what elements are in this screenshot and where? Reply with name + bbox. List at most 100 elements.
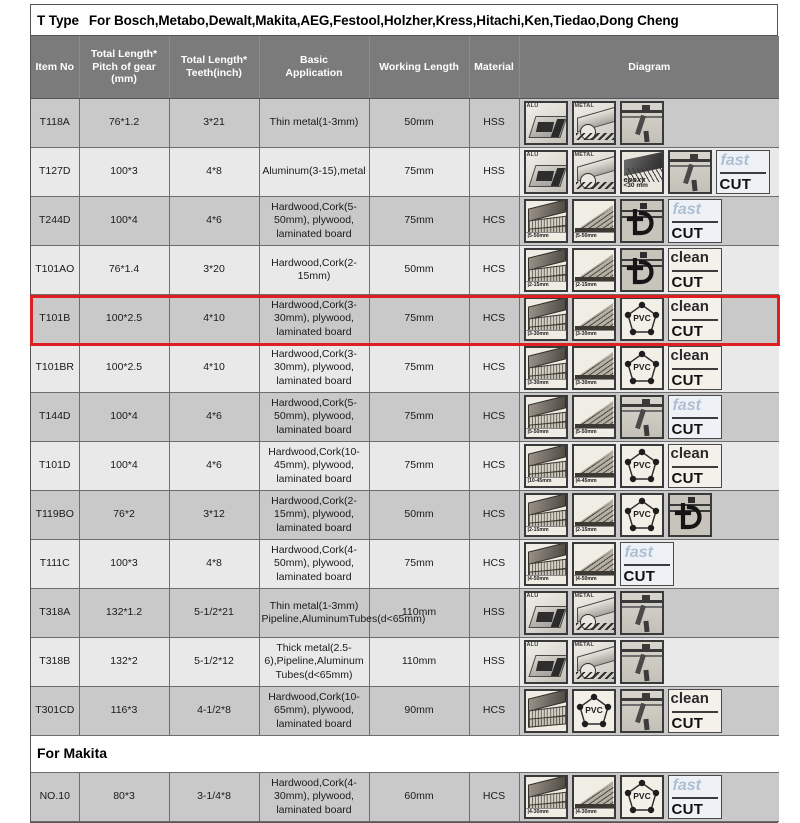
badge-top-label: fast bbox=[672, 777, 701, 794]
cell-material: HCS bbox=[469, 294, 520, 344]
alu-icon: ALU bbox=[523, 640, 568, 684]
wood-board-icon: |2-15mm bbox=[523, 248, 568, 292]
cell-pitch: 100*2.5 bbox=[79, 294, 170, 344]
table-row[interactable]: T301CD 116*3 4-1/2*8 Hardwood,Cork(10-65… bbox=[31, 686, 779, 736]
table-row[interactable]: T101AO 76*1.4 3*20 Hardwood,Cork(2-15mm)… bbox=[31, 245, 779, 295]
diagram-icons: ALU METAL bbox=[523, 591, 780, 635]
cell-working-length: 110mm bbox=[369, 637, 470, 687]
svg-text:PVC: PVC bbox=[633, 313, 650, 323]
table-row[interactable]: T244D 100*4 4*6 Hardwood,Cork(5-50mm), p… bbox=[31, 196, 779, 246]
badge-bottom-label: CUT bbox=[671, 274, 704, 291]
diagram-icons: ALU METAL epoxy <30 mm fast CUT bbox=[523, 150, 780, 194]
fast-cut-badge: fast CUT bbox=[667, 775, 722, 819]
cell-working-length: 50mm bbox=[369, 490, 470, 540]
metal-icon: METAL bbox=[571, 640, 616, 684]
cell-working-length: 75mm bbox=[369, 294, 470, 344]
cell-teeth: 5-1/2*21 bbox=[169, 588, 260, 638]
cell-material: HCS bbox=[469, 245, 520, 295]
table-row[interactable]: T318A 132*1.2 5-1/2*21 Thin metal(1-3mm)… bbox=[31, 588, 780, 638]
badge-top-label: clean bbox=[670, 298, 709, 315]
cell-diagram: |10-45mm |4-45mm PVC clean CUT bbox=[519, 441, 780, 491]
cell-item-no: T111C bbox=[31, 539, 80, 589]
cell-application: Aluminum(3-15),metal bbox=[259, 147, 370, 197]
cut-profile-icon bbox=[667, 150, 712, 194]
cut-profile-icon bbox=[619, 640, 664, 684]
cell-diagram: |3-30mm |3-30mm PVC clean CUT bbox=[519, 343, 780, 393]
column-header-working-length: Working Length bbox=[369, 36, 470, 99]
table-row[interactable]: T111C 100*3 4*8 Hardwood,Cork(4-50mm), p… bbox=[31, 539, 779, 589]
cell-pitch: 100*4 bbox=[79, 196, 170, 246]
cell-item-no: T119BO bbox=[31, 490, 80, 540]
table-row[interactable]: NO.10 80*3 3-1/4*8 Hardwood,Cork(4-30mm)… bbox=[31, 772, 779, 822]
badge-bottom-label: CUT bbox=[671, 323, 704, 340]
cell-teeth: 3*12 bbox=[169, 490, 260, 540]
cell-teeth: 4*8 bbox=[169, 539, 260, 589]
cell-material: HSS bbox=[469, 98, 520, 148]
cell-working-length: 75mm bbox=[369, 539, 470, 589]
cell-working-length: 60mm bbox=[369, 772, 470, 822]
plunge-hook-icon bbox=[667, 493, 712, 537]
cell-material: HCS bbox=[469, 343, 520, 393]
cell-material: HCS bbox=[469, 196, 520, 246]
cell-teeth: 4*8 bbox=[169, 147, 260, 197]
svg-text:PVC: PVC bbox=[633, 362, 650, 372]
cell-diagram: |5-50mm |5-50mm fast CUT bbox=[519, 392, 780, 442]
diagram-icons: |5-50mm |5-50mm fast CUT bbox=[523, 395, 780, 439]
cell-working-length: 50mm bbox=[369, 245, 470, 295]
diagram-icons: |10-45mm |4-45mm PVC clean CUT bbox=[523, 444, 780, 488]
cell-pitch: 132*2 bbox=[79, 637, 170, 687]
cut-profile-icon bbox=[619, 101, 664, 145]
wood-board-icon: |10-45mm bbox=[523, 444, 568, 488]
alu-icon: ALU bbox=[523, 150, 568, 194]
cell-teeth: 3-1/4*8 bbox=[169, 772, 260, 822]
cell-item-no: T127D bbox=[31, 147, 80, 197]
cell-material: HCS bbox=[469, 539, 520, 589]
pvc-icon: PVC bbox=[571, 689, 616, 733]
cell-pitch: 100*4 bbox=[79, 441, 170, 491]
badge-top-label: clean bbox=[670, 249, 709, 266]
cell-application: Hardwood,Cork(10-65mm), plywood, laminat… bbox=[259, 686, 370, 736]
table-row[interactable]: T101B 100*2.5 4*10 Hardwood,Cork(3-30mm)… bbox=[31, 294, 779, 344]
pvc-icon: PVC bbox=[619, 346, 664, 390]
section-header-row: For Makita bbox=[31, 735, 779, 773]
cell-working-length: 75mm bbox=[369, 392, 470, 442]
cell-diagram: |2-15mm |2-15mm PVC bbox=[519, 490, 780, 540]
wood-wedge-icon: |3-30mm bbox=[571, 346, 616, 390]
wood-wedge-icon: |2-15mm bbox=[571, 248, 616, 292]
metal-icon: METAL bbox=[571, 591, 616, 635]
cell-teeth: 4*6 bbox=[169, 441, 260, 491]
diagram-icons: |3-30mm |3-30mm PVC clean CUT bbox=[523, 346, 780, 390]
wood-board-icon: |5-50mm bbox=[523, 199, 568, 243]
cell-item-no: T118A bbox=[31, 98, 80, 148]
badge-top-label: clean bbox=[670, 347, 709, 364]
wood-board-icon bbox=[523, 689, 568, 733]
spec-table: Item No Total Length* Pitch of gear (mm)… bbox=[31, 36, 779, 822]
table-row[interactable]: T118A 76*1.2 3*21 Thin metal(1-3mm) 50mm… bbox=[31, 98, 780, 148]
cell-working-length: 75mm bbox=[369, 196, 470, 246]
plunge-hook-icon bbox=[619, 199, 664, 243]
diagram-icons: |2-15mm |2-15mm PVC bbox=[523, 493, 780, 537]
table-row[interactable]: T101D 100*4 4*6 Hardwood,Cork(10-45mm), … bbox=[31, 441, 780, 491]
table-row[interactable]: T318B 132*2 5-1/2*12 Thick metal(2.5-6),… bbox=[31, 637, 779, 687]
table-row[interactable]: T144D 100*4 4*6 Hardwood,Cork(5-50mm), p… bbox=[31, 392, 780, 442]
cut-profile-icon bbox=[619, 591, 664, 635]
epoxy-icon: epoxy <30 mm bbox=[619, 150, 664, 194]
fast-cut-badge: fast CUT bbox=[667, 395, 722, 439]
svg-text:PVC: PVC bbox=[585, 705, 602, 715]
pvc-icon: PVC bbox=[619, 444, 664, 488]
table-row[interactable]: T119BO 76*2 3*12 Hardwood,Cork(2-15mm), … bbox=[31, 490, 780, 540]
wood-board-icon: |4-50mm bbox=[523, 542, 568, 586]
table-row[interactable]: T127D 100*3 4*8 Aluminum(3-15),metal 75m… bbox=[31, 147, 780, 197]
alu-icon: ALU bbox=[523, 591, 568, 635]
diagram-icons: ALU METAL bbox=[523, 101, 780, 145]
svg-text:PVC: PVC bbox=[633, 460, 650, 470]
badge-bottom-label: CUT bbox=[671, 421, 704, 438]
badge-top-label: fast bbox=[672, 201, 701, 218]
pvc-icon: PVC bbox=[619, 297, 664, 341]
table-row[interactable]: T101BR 100*2.5 4*10 Hardwood,Cork(3-30mm… bbox=[31, 343, 780, 393]
badge-bottom-label: CUT bbox=[623, 568, 656, 585]
cell-diagram: PVC clean CUT bbox=[519, 686, 779, 736]
cell-pitch: 100*4 bbox=[79, 392, 170, 442]
wood-board-icon: |3-30mm bbox=[523, 346, 568, 390]
cell-application: Hardwood,Cork(5-50mm), plywood, laminate… bbox=[259, 196, 370, 246]
